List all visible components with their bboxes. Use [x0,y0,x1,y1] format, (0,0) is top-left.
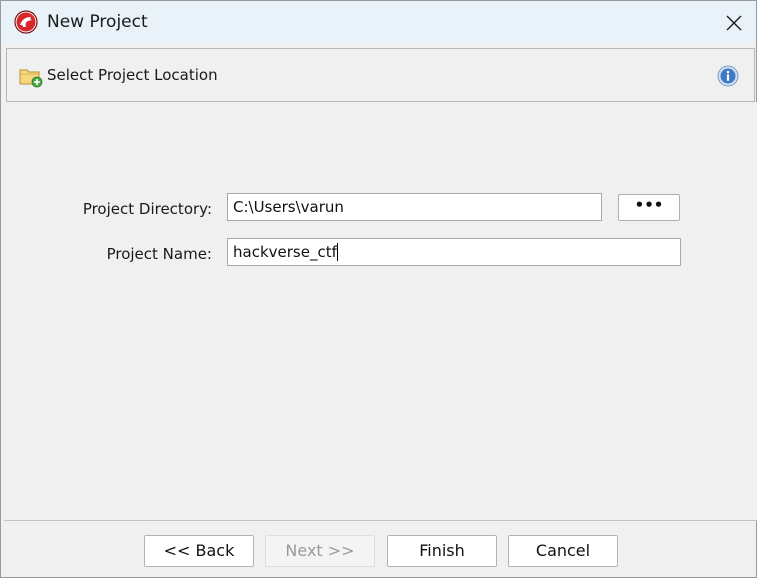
project-name-input[interactable]: hackverse_ctf [227,238,681,266]
text-cursor [336,243,338,261]
project-directory-input[interactable]: C:\Users\varun [227,193,602,221]
footer-divider [4,520,757,521]
close-icon [726,15,742,30]
new-project-dialog: New Project Select Project Location Proj… [0,0,757,578]
project-name-value: hackverse_ctf [233,243,337,261]
content-area [4,102,757,520]
project-directory-value: C:\Users\varun [233,198,344,216]
window-title: New Project [47,12,148,32]
finish-button[interactable]: Finish [387,535,497,567]
info-icon[interactable] [717,65,739,87]
browse-button[interactable]: ••• [618,194,680,221]
back-button[interactable]: << Back [144,535,254,567]
app-logo-icon [14,10,38,34]
project-name-label: Project Name: [106,245,212,263]
cancel-button[interactable]: Cancel [508,535,618,567]
close-button[interactable] [712,1,756,44]
next-button[interactable]: Next >> [265,535,375,567]
folder-add-icon [19,69,43,88]
wizard-step-title: Select Project Location [47,66,218,84]
title-bar[interactable]: New Project [1,1,756,44]
project-directory-label: Project Directory: [82,200,212,218]
wizard-header: Select Project Location [6,48,755,102]
